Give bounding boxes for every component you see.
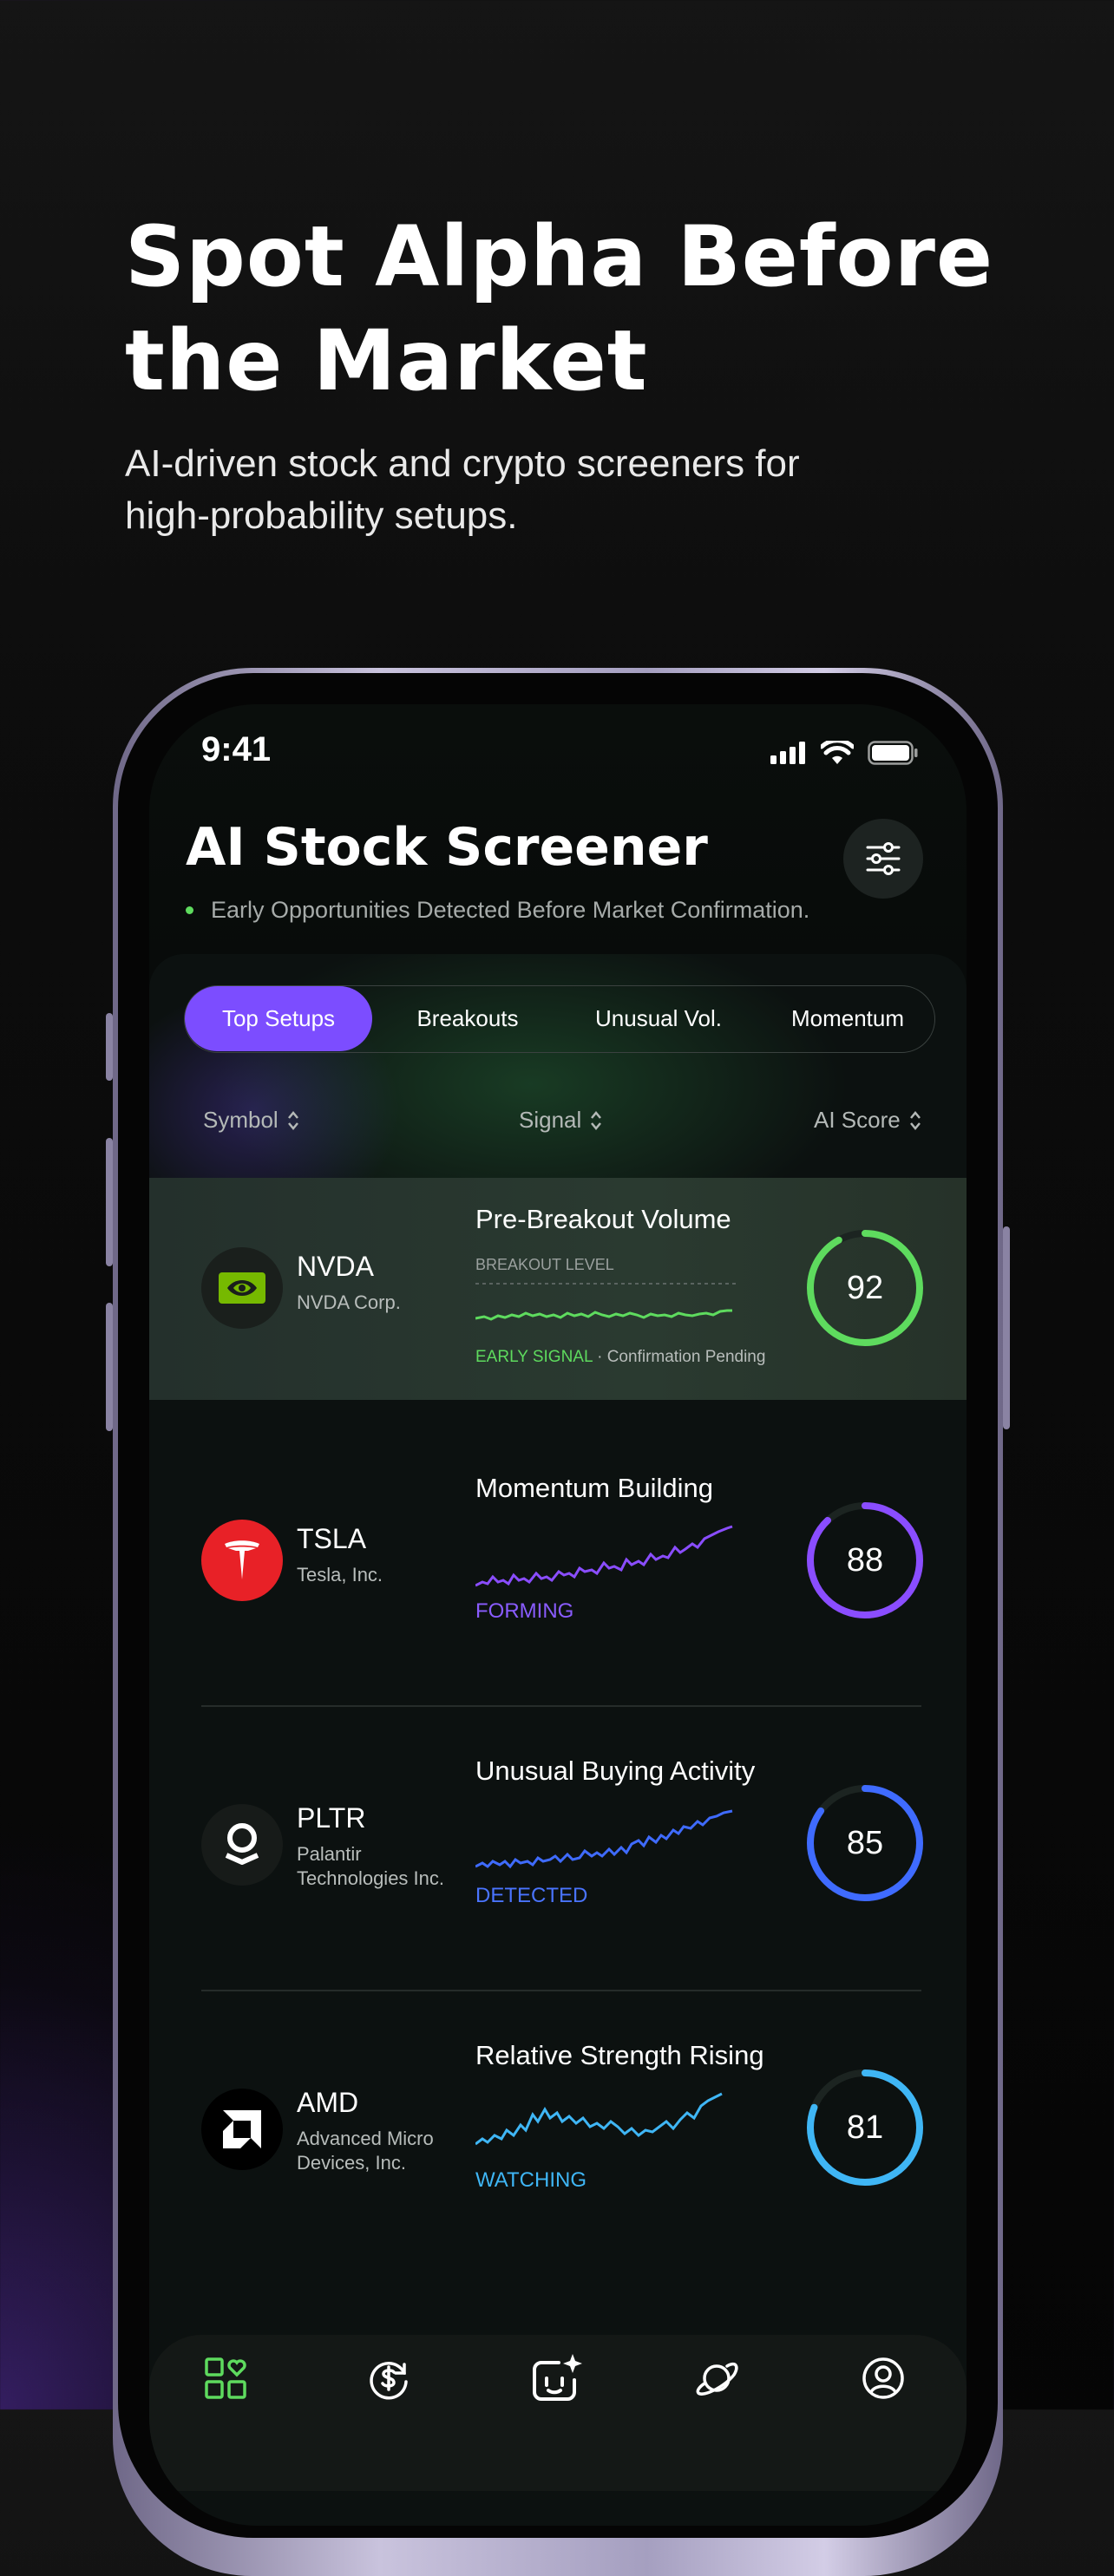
planet-icon <box>696 2362 738 2396</box>
tab-unusual-volume[interactable]: Unusual Vol. <box>563 986 754 1051</box>
hero-subtitle: AI-driven stock and crypto screeners for… <box>125 438 958 542</box>
sparkline-chart <box>475 1283 736 1321</box>
tab-bar: Top Setups Breakouts Unusual Vol. Moment… <box>184 985 935 1053</box>
cellular-signal-icon <box>770 742 805 764</box>
table-row-nvda[interactable]: NVDA NVDA Corp. Pre-Breakout Volume BREA… <box>149 1178 967 1400</box>
nav-explore[interactable] <box>682 2344 751 2413</box>
bottom-nav <box>149 2335 967 2491</box>
dollar-refresh-icon <box>370 2362 408 2400</box>
sort-icon <box>287 1110 298 1130</box>
table-row-amd[interactable]: AMD Advanced Micro Devices, Inc. Relativ… <box>149 2009 967 2231</box>
signal-title: Unusual Buying Activity <box>475 1755 756 1786</box>
tab-top-setups[interactable]: Top Setups <box>185 986 372 1051</box>
column-signal-label: Signal <box>519 1107 582 1133</box>
sort-signal[interactable]: Signal <box>519 1107 602 1134</box>
signal-title: Relative Strength Rising <box>475 2040 764 2070</box>
status-time: 9:41 <box>201 730 272 768</box>
signal-status: DETECTED <box>475 1884 588 1907</box>
nav-profile[interactable] <box>849 2344 918 2413</box>
nav-dashboard[interactable] <box>191 2344 260 2413</box>
row-divider <box>201 1990 921 1991</box>
hero-title: Spot Alpha Before the Market <box>125 205 993 413</box>
company-name: Palantir Technologies Inc. <box>297 1843 444 1889</box>
sort-icon <box>591 1110 602 1130</box>
screen-subtitle-text: Early Opportunities Detected Before Mark… <box>211 897 810 923</box>
nav-ai-assistant[interactable] <box>522 2344 592 2413</box>
live-dot-icon <box>186 906 193 914</box>
company-name: Advanced Micro Devices, Inc. <box>297 2128 434 2174</box>
column-symbol-label: Symbol <box>203 1107 278 1133</box>
phone-volume-down-button <box>106 1303 113 1431</box>
signal-status-label: EARLY SIGNAL <box>475 1348 593 1366</box>
company-name: NVDA Corp. <box>297 1291 401 1313</box>
screen-title: AI Stock Screener <box>186 817 708 878</box>
amd-logo <box>201 2089 283 2170</box>
ai-score-value: 88 <box>846 1542 884 1579</box>
company-name: Tesla, Inc. <box>297 1564 383 1585</box>
tab-momentum[interactable]: Momentum <box>763 986 933 1051</box>
sparkline-chart <box>475 1525 733 1587</box>
ai-score-ring: 81 <box>805 2068 925 2187</box>
tab-breakouts[interactable]: Breakouts <box>381 986 554 1051</box>
column-ai-score-label: AI Score <box>814 1107 901 1133</box>
screener-panel: Top Setups Breakouts Unusual Vol. Moment… <box>149 954 967 2526</box>
row-divider <box>201 1705 921 1707</box>
filter-button[interactable] <box>843 819 923 899</box>
ai-score-ring: 85 <box>805 1783 925 1903</box>
hero-subtitle-line2: high-probability setups. <box>125 494 518 537</box>
screen-subtitle: Early Opportunities Detected Before Mark… <box>186 897 809 924</box>
symbol: AMD <box>297 2087 359 2118</box>
signal-status: WATCHING <box>475 2168 586 2192</box>
phone-screen: 9:41 AI Stock Screener Early Opportuniti… <box>149 704 967 2526</box>
battery-icon <box>868 741 918 765</box>
symbol: PLTR <box>297 1802 366 1834</box>
signal-status-suffix: · Confirmation Pending <box>592 1348 766 1366</box>
tesla-logo <box>201 1520 283 1601</box>
symbol: NVDA <box>297 1251 374 1282</box>
ai-score-ring: 88 <box>805 1500 925 1620</box>
dashboard-heart-icon <box>205 2357 246 2399</box>
ai-score-value: 92 <box>846 1270 884 1306</box>
phone-volume-up-button <box>106 1138 113 1266</box>
signal-title: Pre-Breakout Volume <box>475 1204 731 1234</box>
ai-score-value: 85 <box>846 1825 884 1861</box>
nvidia-logo <box>201 1247 283 1329</box>
hero-title-line2: the Market <box>125 312 648 409</box>
profile-icon <box>862 2357 904 2399</box>
sliders-icon <box>866 842 901 875</box>
signal-status: FORMING <box>475 1599 574 1623</box>
signal-title: Momentum Building <box>475 1473 713 1503</box>
table-row-tsla[interactable]: TSLA Tesla, Inc. Momentum Building FORMI… <box>149 1440 967 1662</box>
sort-symbol[interactable]: Symbol <box>203 1107 299 1134</box>
sparkline-chart <box>475 1809 733 1869</box>
ai-score-value: 81 <box>846 2109 884 2146</box>
phone-action-button <box>106 1013 113 1081</box>
sparkline-chart <box>475 2092 723 2146</box>
sort-icon <box>909 1110 921 1130</box>
status-icons <box>770 741 918 765</box>
breakout-level-label: BREAKOUT LEVEL <box>475 1256 614 1273</box>
ai-score-ring: 92 <box>805 1228 925 1348</box>
table-row-pltr[interactable]: PLTR Palantir Technologies Inc. Unusual … <box>149 1724 967 1946</box>
symbol: TSLA <box>297 1523 367 1554</box>
palantir-logo <box>201 1804 283 1886</box>
ai-sparkle-icon <box>533 2354 582 2401</box>
phone-power-button <box>1003 1226 1010 1429</box>
nav-markets[interactable] <box>354 2344 423 2413</box>
signal-status: EARLY SIGNAL · Confirmation Pending <box>475 1348 765 1367</box>
sort-ai-score[interactable]: AI Score <box>814 1107 921 1134</box>
hero-title-line1: Spot Alpha Before <box>125 208 994 305</box>
hero-subtitle-line1: AI-driven stock and crypto screeners for <box>125 442 800 485</box>
wifi-icon <box>821 741 854 764</box>
